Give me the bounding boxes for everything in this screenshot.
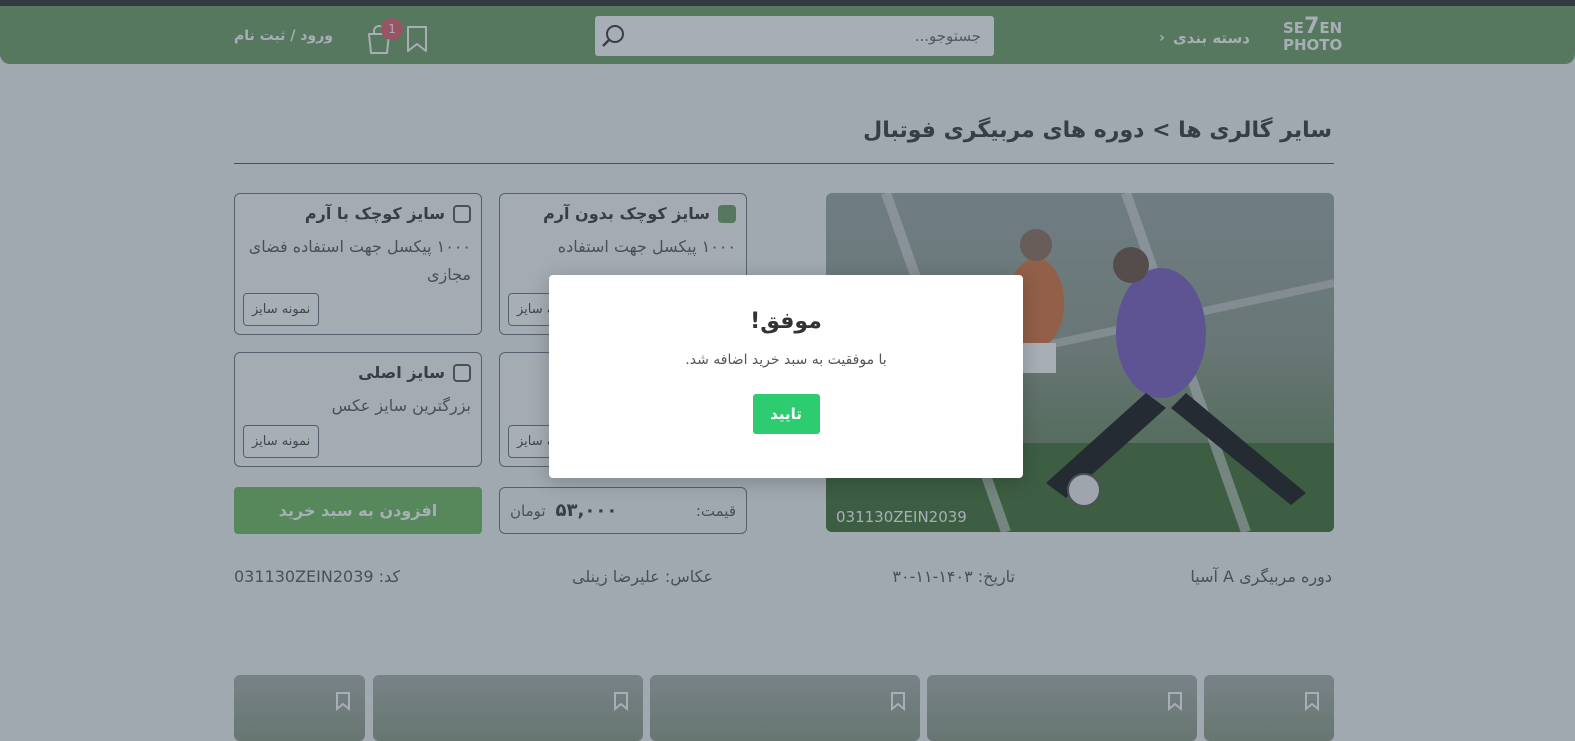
confirm-button[interactable]: تایید bbox=[752, 394, 820, 434]
modal-title: موفق! bbox=[750, 309, 822, 334]
success-modal: موفق! با موفقیت به سبد خرید اضافه شد. تا… bbox=[549, 275, 1023, 478]
modal-message: با موفقیت به سبد خرید اضافه شد. bbox=[685, 352, 887, 368]
